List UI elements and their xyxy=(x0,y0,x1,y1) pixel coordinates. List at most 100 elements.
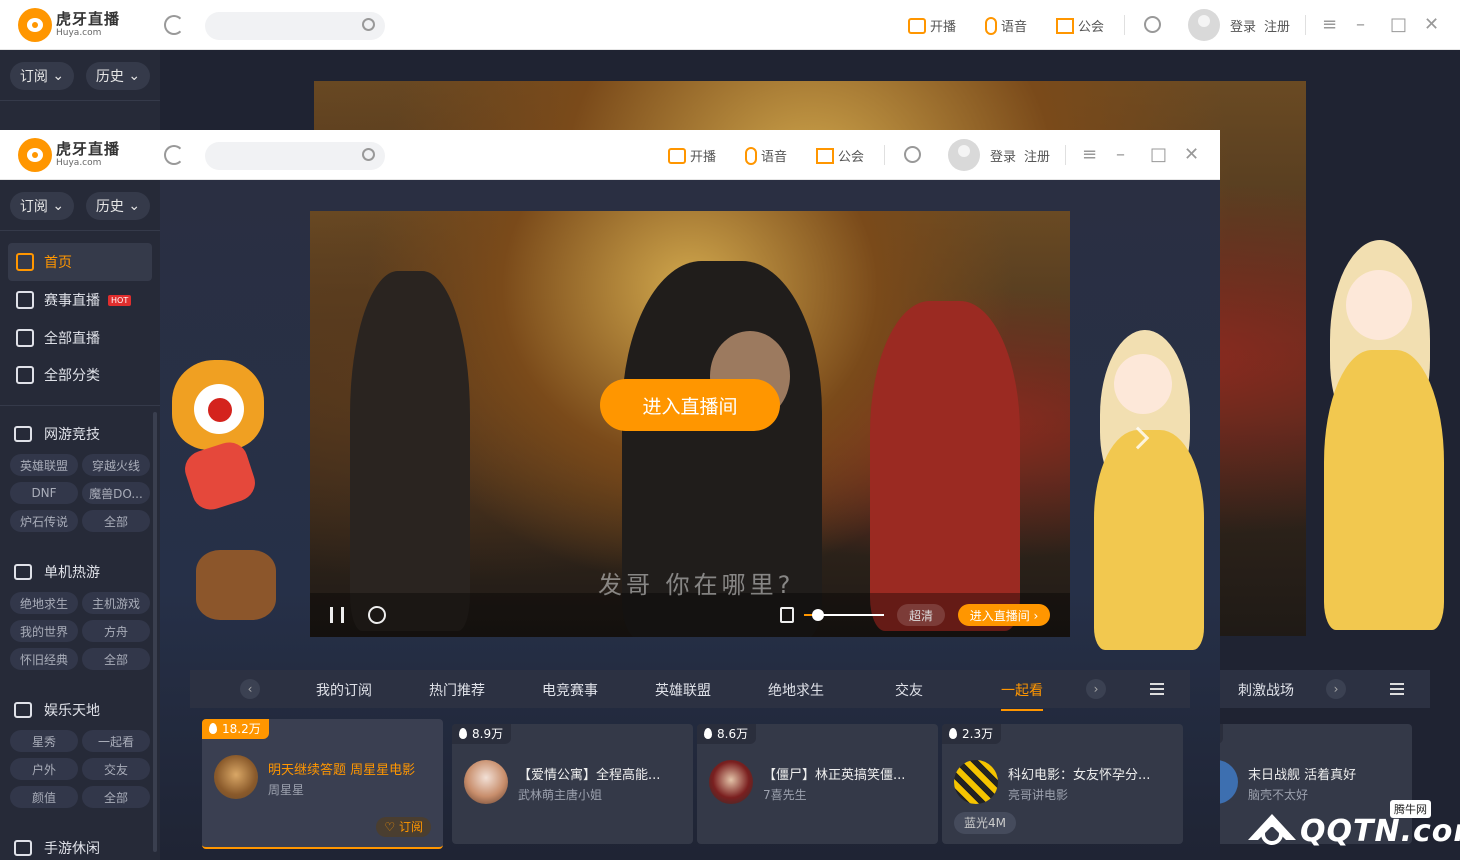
stream-card[interactable]: 8.9万 【爱情公寓】全程高能... 武林萌主唐小姐 xyxy=(452,724,693,844)
back-search-input[interactable] xyxy=(205,12,385,40)
back-sidebar-divider xyxy=(0,100,160,101)
quality-button[interactable]: 超清 xyxy=(897,604,945,626)
register-link[interactable]: 注册 xyxy=(1024,146,1050,165)
back-history-button[interactable]: 历史 ⌄ xyxy=(86,62,150,90)
category-tag[interactable]: 全部 xyxy=(82,648,150,670)
category-tag[interactable]: 户外 xyxy=(10,758,78,780)
tab-pubg[interactable]: 绝地求生 xyxy=(768,680,824,700)
back-next-tab-icon[interactable]: › xyxy=(1326,679,1346,699)
category-tag[interactable]: 穿越火线 xyxy=(82,454,150,476)
next-tab-icon[interactable]: › xyxy=(1086,679,1106,699)
minimize-icon[interactable]: – xyxy=(1116,144,1125,165)
back-login-link[interactable]: 登录 xyxy=(1230,16,1256,35)
refresh-stream-icon[interactable] xyxy=(368,606,386,624)
volume-slider[interactable] xyxy=(804,609,884,621)
back-voice-button[interactable]: 语音 xyxy=(985,16,1027,35)
heart-icon: ♡ xyxy=(384,820,396,834)
volume-icon[interactable] xyxy=(780,607,794,623)
video-player[interactable]: 进入直播间 发哥 你在哪里? 超清 进入直播间 › xyxy=(310,211,1070,637)
volume-slider-knob[interactable] xyxy=(812,609,825,621)
tab-lol[interactable]: 英雄联盟 xyxy=(655,680,711,700)
category-tag[interactable]: 怀旧经典 xyxy=(10,648,78,670)
category-tag[interactable]: 炉石传说 xyxy=(10,510,78,532)
login-link[interactable]: 登录 xyxy=(990,146,1016,165)
history-button[interactable]: 历史 ⌄ xyxy=(86,192,150,220)
enter-live-room-button[interactable]: 进入直播间 xyxy=(600,379,780,431)
back-list-icon[interactable] xyxy=(1390,683,1404,695)
category-tag[interactable]: 颜值 xyxy=(10,786,78,808)
category-tag[interactable]: 英雄联盟 xyxy=(10,454,78,476)
history-clock-icon[interactable] xyxy=(904,146,921,163)
enter-live-room-small-button[interactable]: 进入直播间 › xyxy=(958,604,1050,626)
tab-friends[interactable]: 交友 xyxy=(895,680,923,700)
stream-card[interactable]: 18.2万 明天继续答题 周星星电影 周星星 ♡ 订阅 xyxy=(202,719,443,849)
back-maximize-icon[interactable]: □ xyxy=(1390,14,1407,35)
maximize-icon[interactable]: □ xyxy=(1150,144,1167,165)
sidebar-item-all-live[interactable]: 全部直播 xyxy=(8,319,152,357)
category-tag[interactable]: 全部 xyxy=(82,786,150,808)
sidebar-item-all-categories[interactable]: 全部分类 xyxy=(8,356,152,394)
section-entertainment[interactable]: 娱乐天地 xyxy=(14,700,100,720)
pause-icon[interactable] xyxy=(330,607,344,623)
sidebar-scrollbar[interactable] xyxy=(153,412,157,852)
video-subtitle: 发哥 你在哪里? xyxy=(598,571,795,599)
back-close-icon[interactable]: ✕ xyxy=(1424,14,1439,35)
category-tag[interactable]: 星秀 xyxy=(10,730,78,752)
back-guild-button[interactable]: 公会 xyxy=(1056,16,1104,35)
back-logo[interactable]: 虎牙直播 Huya.com xyxy=(18,8,120,42)
category-tag[interactable]: 主机游戏 xyxy=(82,592,150,614)
back-top-bar: 虎牙直播 Huya.com 开播 语音 公会 登录 注册 ≡ – □ ✕ xyxy=(0,0,1460,50)
streamer-avatar xyxy=(214,755,258,799)
section-online-games[interactable]: 网游竞技 xyxy=(14,424,100,444)
category-tag[interactable]: 方舟 xyxy=(82,620,150,642)
search-input[interactable] xyxy=(205,142,385,170)
category-tag[interactable]: 绝地求生 xyxy=(10,592,78,614)
back-menu-icon[interactable]: ≡ xyxy=(1322,14,1337,35)
category-tag[interactable]: 魔兽DO... xyxy=(82,482,150,504)
logo[interactable]: 虎牙直播 Huya.com xyxy=(18,138,120,172)
back-history-clock-icon[interactable] xyxy=(1144,16,1161,33)
list-view-icon[interactable] xyxy=(1150,683,1164,695)
section-single-games[interactable]: 单机热游 xyxy=(14,562,100,582)
gamepad-icon xyxy=(14,426,32,442)
guild-button[interactable]: 公会 xyxy=(816,146,864,165)
subscribe-heart-button[interactable]: ♡ 订阅 xyxy=(376,817,431,837)
sidebar: 订阅 ⌄ 历史 ⌄ 首页 赛事直播 HOT 全部直播 全部分类 网游竞技 英雄联盟… xyxy=(0,180,160,860)
back-register-link[interactable]: 注册 xyxy=(1264,16,1290,35)
back-refresh-icon[interactable] xyxy=(164,15,184,35)
tab-my-subscriptions[interactable]: 我的订阅 xyxy=(316,680,372,700)
card-title: 科幻电影：女友怀孕分... xyxy=(1008,768,1151,783)
tab-back-extra[interactable]: 刺激战场 xyxy=(1238,680,1294,700)
views-badge: 8.6万 xyxy=(697,724,757,744)
broadcast-button[interactable]: 开播 xyxy=(668,146,716,165)
close-icon[interactable]: ✕ xyxy=(1184,144,1199,165)
camera-icon xyxy=(908,17,926,34)
sidebar-divider xyxy=(0,230,160,231)
stream-card[interactable]: 2.3万 科幻电影：女友怀孕分... 亮哥讲电影 蓝光4M xyxy=(942,724,1183,844)
category-tag[interactable]: 交友 xyxy=(82,758,150,780)
prev-tab-icon[interactable]: ‹ xyxy=(240,679,260,699)
menu-icon[interactable]: ≡ xyxy=(1082,144,1097,165)
back-search-icon[interactable] xyxy=(362,18,375,31)
back-avatar[interactable] xyxy=(1188,9,1220,41)
search-icon[interactable] xyxy=(362,148,375,161)
tab-hot-recommend[interactable]: 热门推荐 xyxy=(429,680,485,700)
back-minimize-icon[interactable]: – xyxy=(1356,14,1365,35)
category-tag[interactable]: DNF xyxy=(10,482,78,504)
voice-button[interactable]: 语音 xyxy=(745,146,787,165)
tab-watch-together[interactable]: 一起看 xyxy=(1001,680,1043,711)
tab-esports[interactable]: 电竞赛事 xyxy=(542,680,598,700)
category-tag[interactable]: 我的世界 xyxy=(10,620,78,642)
category-tag[interactable]: 全部 xyxy=(82,510,150,532)
back-broadcast-button[interactable]: 开播 xyxy=(908,16,956,35)
avatar[interactable] xyxy=(948,139,980,171)
category-tag[interactable]: 一起看 xyxy=(82,730,150,752)
sidebar-item-home[interactable]: 首页 xyxy=(8,243,152,281)
subscribe-button[interactable]: 订阅 ⌄ xyxy=(10,192,74,220)
sidebar-item-events[interactable]: 赛事直播 HOT xyxy=(8,281,152,319)
back-subscribe-button[interactable]: 订阅 ⌄ xyxy=(10,62,74,90)
section-mobile-games[interactable]: 手游休闲 xyxy=(14,838,100,858)
stream-card[interactable]: 8.6万 【僵尸】林正英搞笑僵... 7喜先生 xyxy=(697,724,938,844)
refresh-icon[interactable] xyxy=(164,145,184,165)
sidebar-divider xyxy=(0,405,160,406)
